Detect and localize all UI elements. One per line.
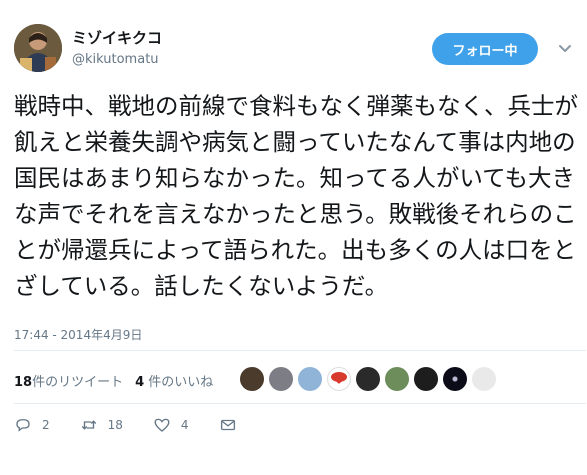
tweet-text: 戦時中、戦地の前線で食料もなく弾薬もなく、兵士が飢えと栄養失調や病気と闘っていた… [14,92,578,300]
tweet-card: ミゾイキクコ @kikutomatu フォロー中 戦時中、戦地の前線で食料もなく… [0,0,587,475]
retweet-stat-label: 件のリツイート [32,375,124,390]
like-stat-count: 4 [135,375,145,390]
retweet-count: 18 [107,418,123,432]
retweet-stat-count: 18 [14,375,33,390]
retweet-stat[interactable]: 18件のリツイート [14,371,123,390]
liker-avatar-7[interactable] [414,367,438,391]
tweet-stats: 18件のリツイート 4 件のいいね [14,371,213,390]
liker-avatar-9[interactable] [472,367,496,391]
like-count: 4 [180,418,189,432]
liker-avatar-6[interactable] [385,367,409,391]
reply-action[interactable]: 2 [14,416,50,434]
tweet-actions: 2 18 4 [14,416,267,434]
user-display-name[interactable]: ミゾイキクコ [72,27,162,48]
divider [14,350,586,351]
chevron-down-icon[interactable] [556,39,574,57]
like-stat-label: 件のいいね [148,375,214,390]
liker-avatar-8[interactable] [443,367,467,391]
liker-avatar-1[interactable] [240,367,264,391]
direct-message-action[interactable] [219,416,237,434]
tweet-timestamp[interactable]: 17:44 - 2014年4月9日 [14,326,142,343]
liker-avatar-2[interactable] [269,367,293,391]
tongue-logo-icon [331,372,347,384]
retweet-action[interactable]: 18 [80,416,123,434]
user-avatar[interactable] [14,24,62,72]
envelope-icon[interactable] [219,416,237,434]
retweet-icon[interactable] [80,416,98,434]
like-action[interactable]: 4 [153,416,189,434]
liker-avatar-4[interactable] [327,367,351,391]
divider [14,403,586,404]
liker-avatar-3[interactable] [298,367,322,391]
reply-count: 2 [42,418,50,432]
heart-icon[interactable] [153,416,171,434]
like-stat[interactable]: 4 件のいいね [135,371,213,390]
liker-avatars [240,367,496,391]
liker-avatar-5[interactable] [356,367,380,391]
following-button[interactable]: フォロー中 [432,33,538,65]
reply-icon[interactable] [14,416,32,434]
user-handle[interactable]: @kikutomatu [72,52,159,67]
